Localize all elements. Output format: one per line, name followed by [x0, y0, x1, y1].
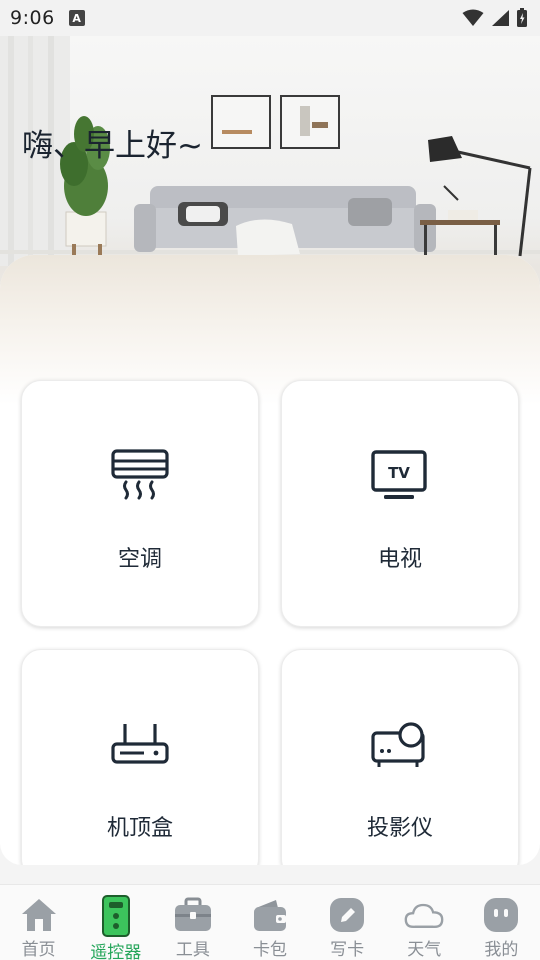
bottom-nav: 首页 遥控器 工具 卡包 写卡 天气 我的: [0, 884, 540, 960]
nav-item-wallet[interactable]: 卡包: [231, 885, 308, 960]
nav-label: 卡包: [252, 940, 287, 960]
device-label: 投影仪: [366, 816, 433, 841]
tv-icon-text: TV: [388, 464, 410, 482]
status-icons: [462, 8, 528, 28]
nav-label: 首页: [21, 940, 56, 960]
wifi-icon: [462, 9, 484, 26]
device-panel: 空调 TV 电视 机顶盒 投影仪: [0, 255, 540, 865]
cloud-icon: [404, 896, 444, 933]
notification-a-icon: A: [68, 10, 85, 26]
status-time: 9:06: [10, 7, 55, 29]
nav-label: 遥控器: [90, 943, 142, 960]
status-bar: 9:06 A: [0, 0, 540, 36]
set-top-box-icon: [110, 716, 170, 776]
device-label: 机顶盒: [106, 816, 173, 841]
nav-item-profile[interactable]: 我的: [463, 885, 540, 960]
signal-icon: [492, 10, 509, 26]
nav-label: 工具: [175, 940, 210, 960]
device-card-tv[interactable]: TV 电视: [281, 380, 519, 627]
device-label: 电视: [377, 547, 422, 572]
device-card-air-conditioner[interactable]: 空调: [21, 380, 259, 627]
nav-item-write-card[interactable]: 写卡: [309, 885, 386, 960]
device-card-projector[interactable]: 投影仪: [281, 649, 519, 865]
tv-icon: TV: [370, 447, 430, 507]
battery-icon: [517, 8, 527, 27]
nav-label: 写卡: [330, 940, 365, 960]
profile-icon: [481, 896, 521, 933]
nav-item-home[interactable]: 首页: [0, 885, 77, 960]
device-label: 空调: [117, 547, 162, 572]
toolbox-icon: [173, 896, 213, 933]
device-card-set-top-box[interactable]: 机顶盒: [21, 649, 259, 865]
air-conditioner-icon: [110, 447, 170, 507]
nav-item-tools[interactable]: 工具: [154, 885, 231, 960]
greeting-text: 嗨、早上好~: [22, 128, 203, 164]
nav-label: 天气: [407, 940, 442, 960]
home-icon: [19, 896, 59, 933]
nav-label: 我的: [484, 940, 519, 960]
nav-item-remote[interactable]: 遥控器: [77, 885, 154, 960]
projector-icon: [370, 716, 430, 776]
pen-icon: [327, 896, 367, 933]
wallet-icon: [250, 896, 290, 933]
remote-icon: [96, 895, 136, 937]
nav-item-weather[interactable]: 天气: [386, 885, 463, 960]
